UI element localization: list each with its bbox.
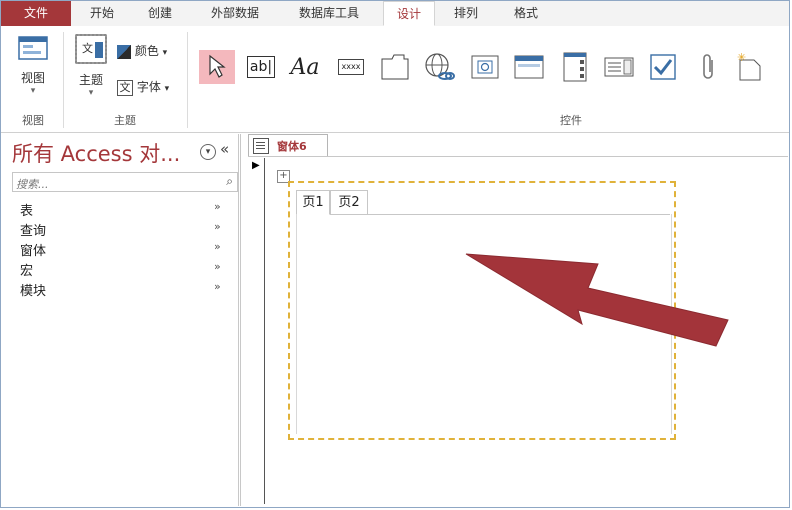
button-control[interactable]: xxxx [333, 50, 369, 84]
navigation-pane: 所有 Access 对... ▾ « ⌕ 表 » 查询 » 窗体 » 宏 » 模… [8, 134, 239, 506]
navigation-control[interactable] [511, 50, 547, 84]
nav-item-queries[interactable]: 查询 [20, 220, 46, 239]
document-tab-baseline [248, 156, 788, 157]
web-browser-control[interactable] [467, 50, 503, 84]
document-tab-title: 窗体6 [277, 140, 307, 153]
textbox-icon: ab| [246, 56, 276, 78]
globe-link-icon [425, 53, 455, 80]
button-icon: xxxx [337, 59, 365, 75]
tab-page-1[interactable]: 页1 [296, 190, 330, 215]
check-box-icon [650, 54, 676, 80]
pane-splitter[interactable] [240, 134, 241, 506]
combo-box-icon [604, 57, 634, 77]
fonts-icon: 文 [117, 79, 133, 96]
web-browser-icon [471, 55, 499, 79]
tab-page-2[interactable]: 页2 [330, 190, 368, 215]
view-dropdown-icon: ▾ [30, 86, 36, 96]
pointer-icon [209, 54, 226, 78]
colors-dropdown-icon: ▾ [162, 48, 168, 58]
theme-icon: 文 [75, 34, 107, 64]
nav-search-input[interactable] [13, 175, 199, 194]
textbox-control[interactable]: ab| [243, 50, 279, 84]
nav-item-forms[interactable]: 窗体 [20, 240, 46, 259]
group-divider [63, 32, 64, 128]
tab-external-data[interactable]: 外部数据 [197, 1, 273, 26]
svg-text:文: 文 [82, 41, 93, 55]
tab-arrange[interactable]: 排列 [443, 1, 489, 26]
tab-control-icon [381, 54, 409, 80]
themes-group-label: 主题 [114, 114, 136, 127]
tab-design[interactable]: 设计 [383, 1, 435, 26]
theme-dropdown-icon: ▾ [88, 88, 94, 98]
view-button[interactable]: 视图 ▾ [9, 34, 57, 96]
form-icon [253, 138, 269, 154]
fonts-label: 字体 [136, 80, 161, 94]
new-image-icon: ✳ [737, 52, 761, 81]
chevron-down-icon[interactable]: » [214, 200, 221, 213]
view-icon [18, 36, 48, 60]
theme-button[interactable]: 文 主题 ▾ [69, 32, 113, 98]
chevron-down-icon[interactable]: » [214, 220, 221, 233]
paperclip-icon [703, 54, 713, 79]
tab-database-tools[interactable]: 数据库工具 [283, 1, 375, 26]
ribbon-tab-bar: 文件 开始 创建 外部数据 数据库工具 设计 排列 格式 [1, 1, 789, 27]
svg-text:✳: ✳ [737, 52, 746, 64]
theme-label: 主题 [78, 73, 103, 87]
nav-search-box: ⌕ [12, 172, 238, 194]
combo-box-control[interactable] [601, 50, 637, 84]
fonts-button[interactable]: 文 字体 ▾ [117, 78, 169, 96]
insert-image-control[interactable]: ✳ [735, 50, 771, 84]
nav-pane-title[interactable]: 所有 Access 对... [12, 138, 180, 168]
nav-item-modules[interactable]: 模块 [20, 280, 46, 299]
group-divider [187, 32, 188, 128]
chevron-down-icon[interactable]: » [214, 280, 221, 293]
views-group-label: 视图 [22, 114, 44, 127]
nav-item-macros[interactable]: 宏 [20, 260, 33, 279]
tab-format[interactable]: 格式 [501, 1, 551, 26]
nav-item-tables[interactable]: 表 [20, 200, 33, 219]
attachment-control[interactable] [691, 50, 727, 84]
view-label: 视图 [20, 71, 45, 85]
select-pointer-control[interactable] [199, 50, 235, 84]
label-icon: Aa [290, 54, 320, 80]
fonts-dropdown-icon: ▾ [164, 84, 170, 94]
controls-group-label: 控件 [560, 114, 582, 127]
vertical-ruler [264, 158, 265, 504]
option-group-control[interactable] [557, 50, 593, 84]
label-control[interactable]: Aa [287, 50, 323, 84]
hyperlink-control[interactable] [421, 50, 457, 84]
collapse-pane-icon[interactable]: « [220, 140, 229, 158]
ribbon: 视图 ▾ 视图 文 主题 ▾ 颜色 ▾ 文 字体 ▾ 主题 ab| Aa xxx… [1, 26, 789, 133]
option-group-icon [563, 52, 587, 82]
colors-button[interactable]: 颜色 ▾ [117, 42, 167, 59]
check-box-control[interactable] [645, 50, 681, 84]
tab-create[interactable]: 创建 [137, 1, 183, 26]
document-tab[interactable]: 窗体6 [248, 134, 328, 157]
pointer-arrow [465, 253, 729, 347]
tab-control[interactable] [377, 50, 413, 84]
tab-file[interactable]: 文件 [1, 1, 71, 26]
navigation-icon [514, 55, 544, 79]
chevron-down-icon[interactable]: » [214, 260, 221, 273]
search-icon[interactable]: ⌕ [226, 174, 233, 189]
record-selector-icon: ▶ [252, 160, 260, 171]
chevron-down-icon[interactable]: » [214, 240, 221, 253]
tab-home[interactable]: 开始 [79, 1, 125, 26]
colors-icon [117, 44, 131, 59]
nav-menu-dropdown-icon[interactable]: ▾ [200, 144, 216, 160]
colors-label: 颜色 [134, 44, 159, 58]
